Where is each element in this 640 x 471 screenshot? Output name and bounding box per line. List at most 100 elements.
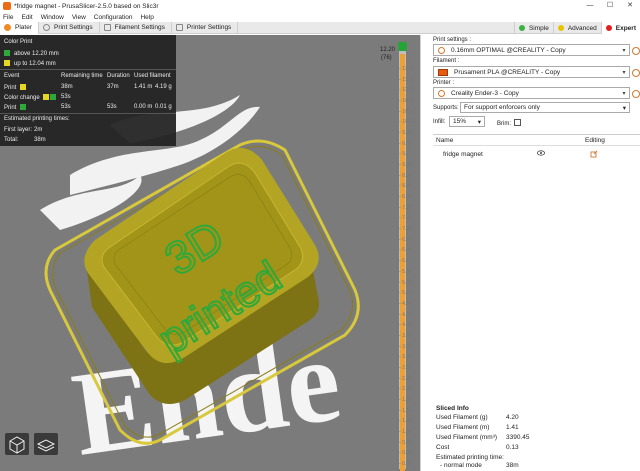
edit-object-icon[interactable] (590, 150, 598, 160)
slider-tick-label: – 10.44 (398, 108, 415, 115)
estimated-times-title: Estimated printing times: (4, 116, 70, 122)
sliced-info-label: Estimated printing time: (436, 454, 504, 461)
mode-simple-dot-icon (518, 25, 525, 31)
edit-preset-icon[interactable] (632, 47, 640, 55)
tab-printer-settings-label: Printer Settings (186, 24, 232, 31)
slider-tick-label: – 7.72 (398, 204, 412, 211)
total-time-label: Total: (4, 137, 19, 143)
color-print-legend: Color Print above 12.20 mm up to 12.04 m… (0, 35, 176, 146)
maximize-button[interactable]: ☐ (600, 0, 620, 12)
slider-tick-label: – 10.12 (398, 119, 415, 126)
mode-simple-label: Simple (528, 24, 549, 32)
slider-tick-label: – 4.20 (398, 322, 412, 329)
column-name-header[interactable]: Name (436, 137, 453, 144)
mode-advanced[interactable]: Advanced (552, 22, 601, 34)
brim-checkbox[interactable] (514, 119, 521, 126)
mode-advanced-label: Advanced (567, 24, 597, 32)
supports-select[interactable]: For support enforcers only ▾ (460, 102, 630, 113)
menu-configuration[interactable]: Configuration (94, 14, 133, 21)
tab-plater[interactable]: Plater (0, 21, 39, 34)
menu-view[interactable]: View (72, 14, 86, 21)
slider-tick-label: – 4.84 (398, 300, 412, 307)
slider-tick-label: – 6.12 (398, 258, 412, 265)
printer-profile-value: Creality Ender-3 - Copy (451, 89, 519, 97)
eye-icon[interactable] (537, 150, 545, 158)
print-profile-value: 0.16mm OPTIMAL @CREALITY - Copy (451, 46, 566, 54)
slider-tick-label: – 8.36 (398, 183, 412, 190)
mode-simple[interactable]: Simple (513, 22, 553, 34)
slider-ticks: – 11.72 – 11.40 – 11.08 – 10.76 – 10.44 – 10.… (398, 66, 420, 467)
slider-tick-label: – 6.44 (398, 247, 412, 254)
slider-tick-label: – 4.52 (398, 311, 412, 318)
legend-event-name: Print (4, 84, 30, 91)
color-swatch (50, 94, 57, 100)
tab-filament-settings[interactable]: Filament Settings (100, 21, 172, 34)
print-profile-select[interactable]: 0.16mm OPTIMAL @CREALITY - Copy ▾ (433, 44, 640, 56)
slider-tick-label: – 0.68 (398, 439, 412, 446)
column-editing-header[interactable]: Editing (585, 137, 605, 144)
sliced-info-label: Used Filament (m) (436, 424, 490, 431)
object-list-header: Name Editing (433, 135, 640, 146)
layers-view-icon[interactable] (33, 432, 59, 456)
mode-switcher: Simple Advanced Expert (513, 22, 640, 34)
infill-select[interactable]: 15% ▾ (449, 116, 485, 127)
menu-help[interactable]: Help (140, 14, 153, 21)
slider-tick-label: – 9.32 (398, 151, 412, 158)
slider-tick-label: – 11.72 (398, 66, 415, 72)
total-time-value: 38m (34, 137, 46, 143)
printer-profile-select[interactable]: Creality Ender-3 - Copy ▾ (433, 87, 640, 99)
mode-advanced-dot-icon (557, 25, 564, 31)
legend-entry: above 12.20 mm (4, 50, 59, 57)
sliced-info-value: 38m (506, 462, 519, 469)
color-swatch (4, 60, 10, 66)
close-button[interactable]: ✕ (620, 0, 640, 12)
slider-tick-label: – 3.88 (398, 332, 412, 339)
legend-event-weight: 0.01 g (155, 104, 172, 110)
legend-entry-label: above 12.20 mm (14, 51, 59, 57)
printer-label: Printer : (433, 80, 455, 86)
object-row[interactable]: fridge magnet (433, 149, 640, 160)
sliced-info-title: Sliced Info (436, 405, 469, 412)
supports-value: For support enforcers only (464, 104, 540, 111)
minimize-button[interactable]: — (580, 0, 600, 12)
printer-icon (438, 89, 445, 97)
chevron-down-icon: ▾ (622, 90, 626, 97)
slider-tick-label: – 7.40 (398, 215, 412, 222)
sliced-info-label: - normal mode (440, 462, 482, 469)
slider-tick-label: – 6.76 (398, 236, 412, 243)
layer-slider[interactable]: 12.20 (76) – 11.72– 11.40– 11.08– 10.76–… (376, 40, 420, 471)
menu-file[interactable]: File (3, 14, 13, 21)
tab-print-settings-label: Print Settings (53, 24, 93, 31)
object-list: Name Editing fridge magnet (433, 134, 640, 402)
menu-edit[interactable]: Edit (21, 14, 32, 21)
tab-printer-settings[interactable]: Printer Settings (172, 21, 239, 34)
legend-divider (0, 69, 176, 70)
window-controls: — ☐ ✕ (580, 0, 640, 12)
view-3d-cube-icon[interactable] (4, 432, 30, 456)
mode-expert-dot-icon (605, 25, 612, 31)
menu-window[interactable]: Window (41, 14, 64, 21)
slider-thumb[interactable] (398, 42, 407, 51)
tab-filament-settings-label: Filament Settings (114, 24, 165, 31)
window-title: *fridge magnet - PrusaSlicer-2.5.0 based… (14, 2, 159, 10)
legend-event-weight: 4.19 g (155, 84, 172, 90)
slider-tick-label: – 8.04 (398, 194, 412, 201)
legend-divider (0, 113, 176, 114)
color-swatch (4, 50, 10, 56)
tab-plater-label: Plater (15, 24, 32, 31)
printer-icon (175, 24, 183, 31)
legend-header-used-filament: Used filament (134, 73, 171, 79)
slider-tick-label: – 2.92 (398, 364, 412, 371)
tab-bar: Plater Print Settings Filament Settings … (0, 21, 640, 34)
tab-print-settings[interactable]: Print Settings (39, 21, 100, 34)
mode-expert[interactable]: Expert (600, 22, 640, 34)
edit-preset-icon[interactable] (632, 69, 640, 77)
slider-tick-label: – 9.64 (398, 140, 412, 147)
slider-tick-label: – 2.28 (398, 386, 412, 393)
legend-event-remaining: 53s (61, 94, 71, 100)
filament-color-swatch[interactable] (438, 68, 448, 76)
sliced-info-value: 4.20 (506, 414, 519, 421)
edit-preset-icon[interactable] (632, 90, 640, 98)
slider-tick-label: – 1.32 (398, 418, 412, 425)
filament-profile-select[interactable]: Prusament PLA @CREALITY - Copy ▾ (433, 66, 640, 78)
